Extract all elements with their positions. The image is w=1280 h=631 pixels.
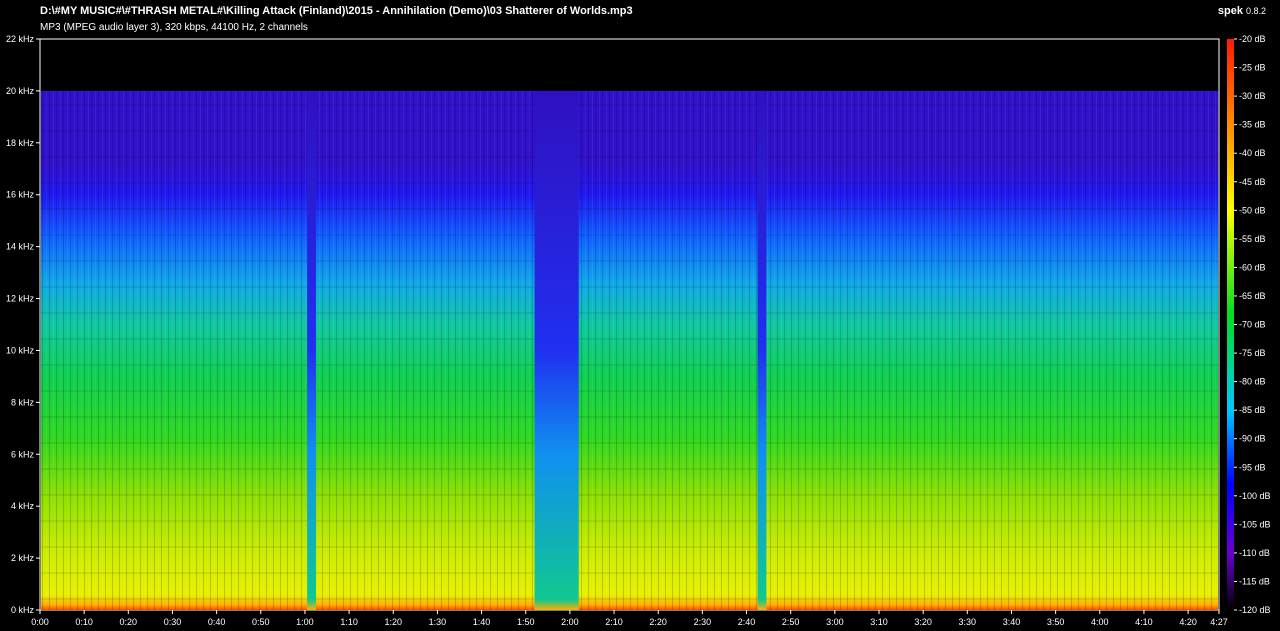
x-tick-label: 1:50 [517, 617, 535, 627]
spectrum-bands [41, 90, 1218, 611]
scale-tick-label: -90 dB [1239, 434, 1266, 444]
x-tick-label: 3:50 [1047, 617, 1065, 627]
x-tick-label: 4:00 [1091, 617, 1109, 627]
scale-tick-label: -45 dB [1239, 177, 1266, 187]
x-tick-label: 2:30 [694, 617, 712, 627]
y-tick-label: 0 kHz [11, 605, 35, 615]
x-tick-label: 2:10 [605, 617, 623, 627]
x-tick-label: 2:00 [561, 617, 579, 627]
x-tick-label: 0:30 [164, 617, 182, 627]
x-tick-label: 3:10 [870, 617, 888, 627]
y-tick-label: 22 kHz [6, 34, 35, 44]
scale-tick-label: -100 dB [1239, 491, 1271, 501]
scale-tick-label: -60 dB [1239, 262, 1266, 272]
x-tick-label: 3:30 [959, 617, 977, 627]
x-tick-label: 1:20 [384, 617, 402, 627]
scale-tick-label: -80 dB [1239, 377, 1266, 387]
scale-tick-label: -20 dB [1239, 34, 1266, 44]
scale-tick-label: -115 dB [1239, 576, 1270, 586]
y-tick-label: 8 kHz [11, 397, 35, 407]
y-tick-label: 4 kHz [11, 501, 35, 511]
scale-tick-label: -95 dB [1239, 462, 1266, 472]
x-tick-label: 2:20 [649, 617, 667, 627]
x-tick-label: 1:40 [473, 617, 491, 627]
y-tick-label: 2 kHz [11, 553, 35, 563]
color-scale-axis: -20 dB -25 dB -30 dB -35 dB -40 dB -45 dB -50 … [1234, 34, 1271, 615]
x-tick-label: 0:00 [31, 617, 49, 627]
x-tick-label: 1:30 [429, 617, 447, 627]
scale-tick-label: -35 dB [1239, 120, 1266, 130]
scale-tick-label: -110 dB [1239, 548, 1270, 558]
spectrogram-chart: 0 kHz 2 kHz 4 kHz 6 kHz 8 kHz 10 kHz 12 kHz 14 … [6, 34, 1271, 627]
scale-tick-label: -40 dB [1239, 148, 1266, 158]
x-tick-label: 1:00 [296, 617, 314, 627]
x-tick-label: 2:40 [738, 617, 756, 627]
x-tick-label: 2:50 [782, 617, 800, 627]
quiet-segment [307, 90, 316, 611]
x-axis: 0:00 0:10 0:20 0:30 0:40 0:50 1:00 1:10 1:20 1:30… [31, 610, 1228, 627]
y-axis: 0 kHz 2 kHz 4 kHz 6 kHz 8 kHz 10 kHz 12 kHz 14 … [6, 34, 40, 615]
x-tick-label: 0:20 [120, 617, 138, 627]
x-tick-label: 3:00 [826, 617, 844, 627]
scale-tick-label: -50 dB [1239, 205, 1266, 215]
scale-tick-label: -25 dB [1239, 63, 1266, 73]
color-scale-bar [1227, 39, 1234, 610]
scale-tick-label: -120 dB [1239, 605, 1271, 615]
y-tick-label: 16 kHz [6, 190, 35, 200]
quiet-segment [534, 90, 579, 611]
x-tick-label: 3:20 [914, 617, 932, 627]
scale-tick-label: -65 dB [1239, 291, 1266, 301]
scale-tick-label: -75 dB [1239, 348, 1266, 358]
scale-tick-label: -30 dB [1239, 91, 1266, 101]
x-tick-label-end: 4:27 [1210, 617, 1228, 627]
x-tick-label: 1:10 [340, 617, 358, 627]
x-tick-label: 4:10 [1135, 617, 1153, 627]
y-tick-label: 14 kHz [6, 242, 35, 252]
y-tick-label: 20 kHz [6, 86, 35, 96]
scale-tick-label: -70 dB [1239, 320, 1266, 330]
y-tick-label: 10 kHz [6, 345, 35, 355]
scale-tick-label: -85 dB [1239, 405, 1266, 415]
y-tick-label: 6 kHz [11, 449, 35, 459]
x-tick-label: 3:40 [1003, 617, 1021, 627]
x-tick-label: 4:20 [1179, 617, 1197, 627]
x-tick-label: 0:50 [252, 617, 270, 627]
y-tick-label: 12 kHz [6, 294, 35, 304]
scale-tick-label: -55 dB [1239, 234, 1266, 244]
scale-tick-label: -105 dB [1239, 519, 1271, 529]
x-tick-label: 0:10 [75, 617, 93, 627]
quiet-segment [759, 90, 767, 611]
y-tick-label: 18 kHz [6, 138, 35, 148]
x-tick-label: 0:40 [208, 617, 226, 627]
